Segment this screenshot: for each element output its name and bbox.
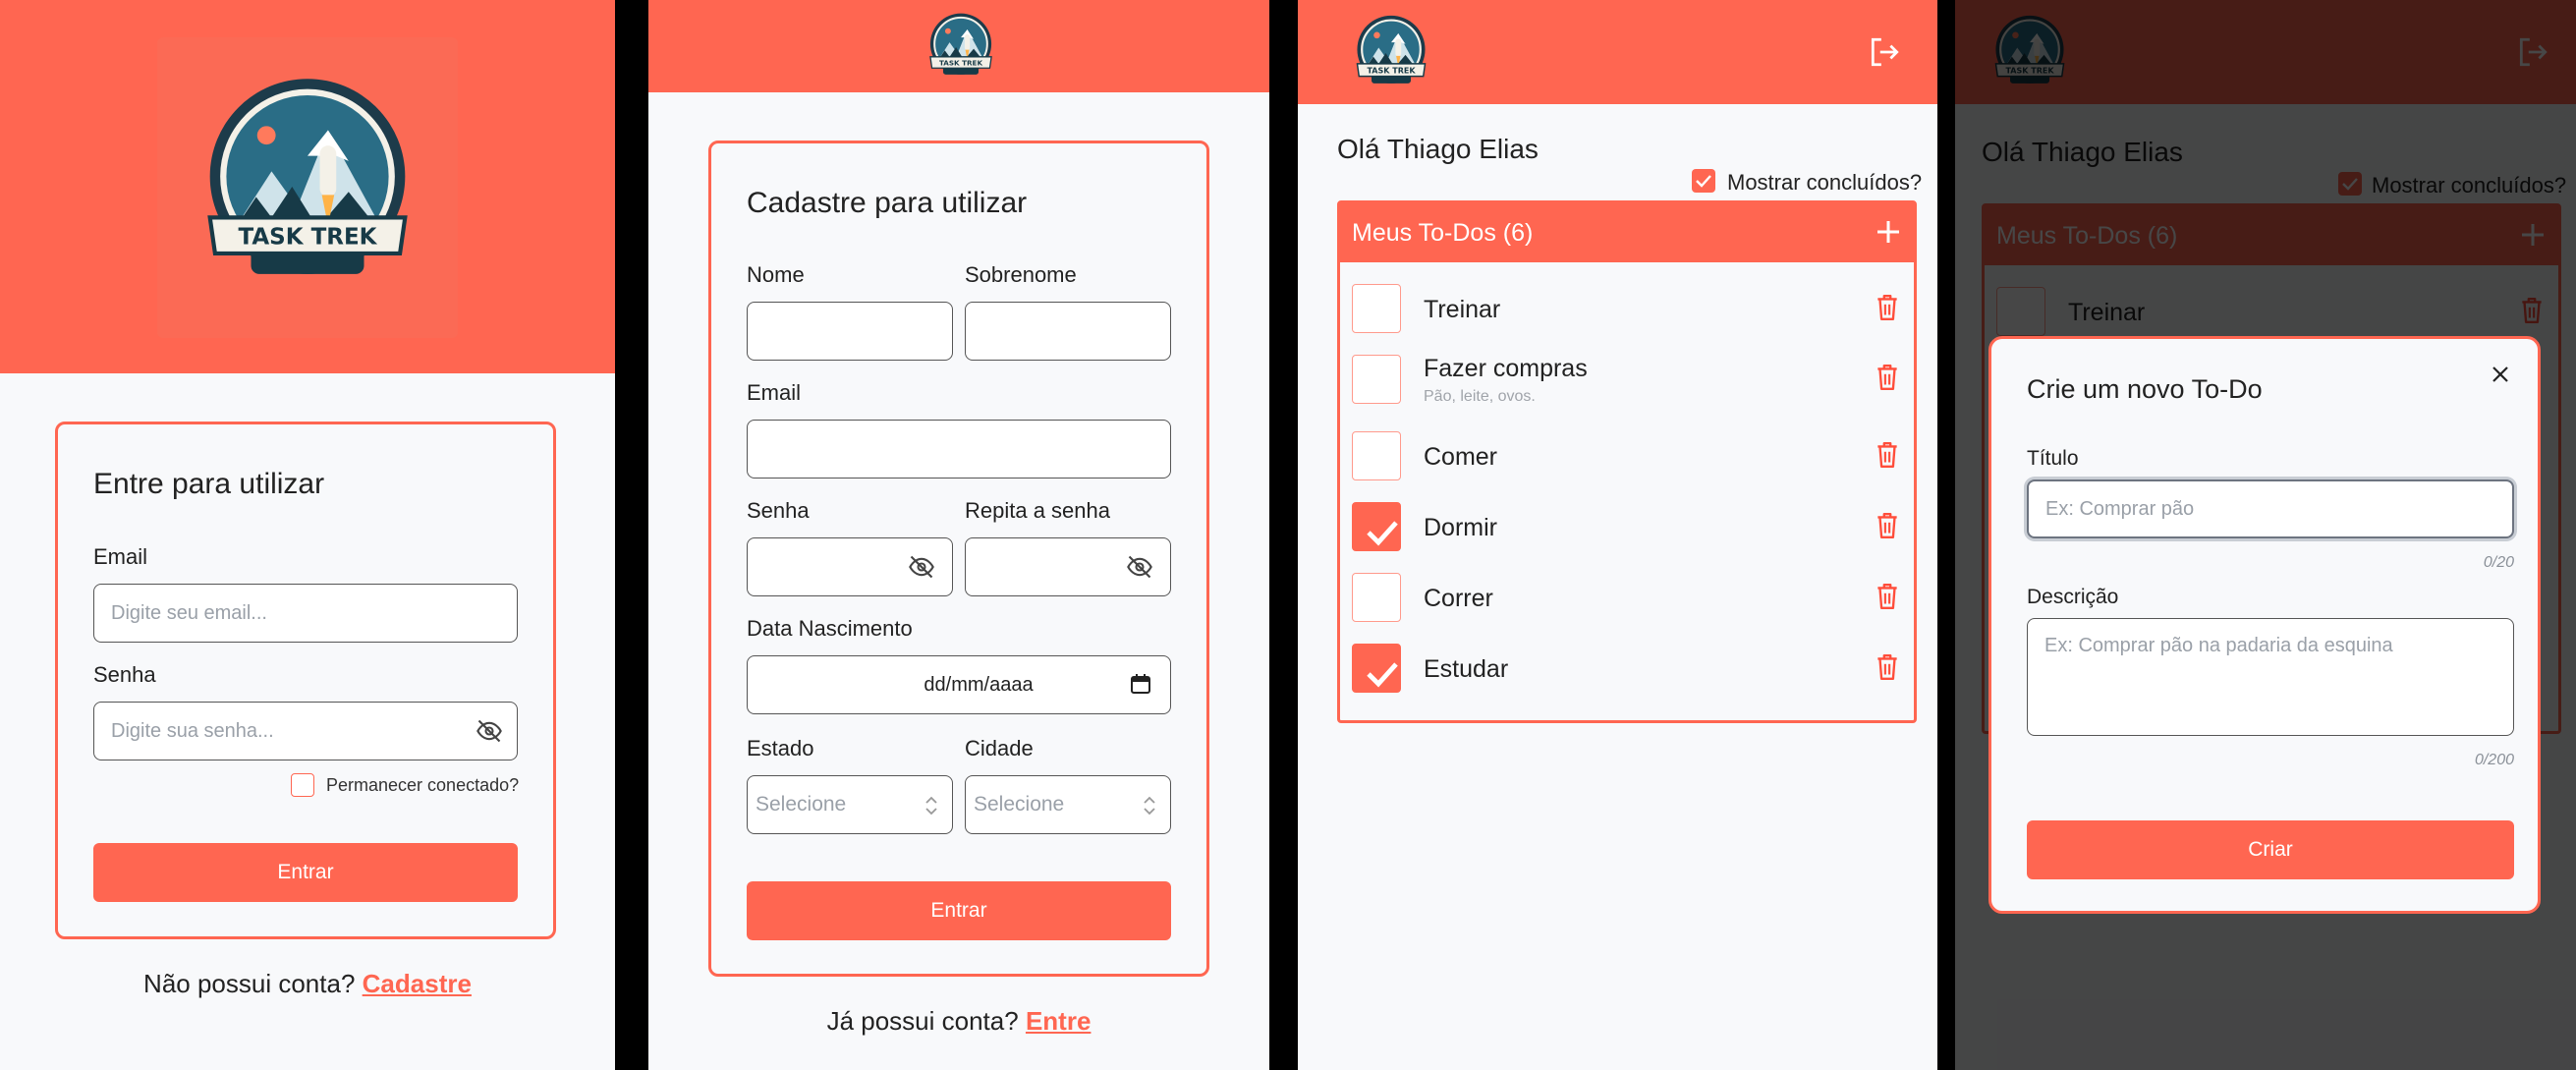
login-link[interactable]: Entre	[1026, 1006, 1091, 1036]
eye-off-icon[interactable]	[476, 717, 503, 745]
trash-icon[interactable]	[1875, 363, 1900, 392]
task-trek-logo	[1352, 10, 1430, 96]
todo-item: Dormir	[1340, 480, 1914, 551]
trash-icon[interactable]	[1875, 511, 1900, 540]
register-footer: Já possui conta? Entre	[648, 1006, 1269, 1037]
city-label: Cidade	[965, 736, 1034, 760]
register-button[interactable]: Entrar	[747, 881, 1171, 940]
todo-title: Treinar	[1424, 296, 1501, 323]
todo-checkbox[interactable]	[1352, 431, 1401, 480]
register-card: Cadastre para utilizar Nome Sobrenome Em…	[708, 141, 1209, 977]
todo-checkbox[interactable]	[1352, 573, 1401, 622]
eye-off-icon[interactable]	[908, 553, 935, 581]
login-title: Entre para utilizar	[93, 468, 325, 500]
todo-title: Dormir	[1424, 514, 1497, 541]
todo-item: Comer	[1340, 410, 1914, 480]
title-label: Título	[2027, 447, 2079, 470]
login-card: Entre para utilizar Email Digite seu ema…	[55, 422, 556, 939]
create-todo-modal: Crie um novo To-Do Título Ex: Comprar pã…	[1988, 336, 2541, 914]
email-input[interactable]: Digite seu email...	[93, 584, 518, 643]
todo-list-header: Meus To-Dos (6)	[1340, 203, 1914, 262]
title-input[interactable]: Ex: Comprar pão	[2027, 479, 2514, 538]
todo-title: Fazer compras	[1424, 355, 1588, 382]
todo-screen: Olá Thiago Elias Mostrar concluídos? Meu…	[1298, 0, 1937, 1070]
todo-item: Correr	[1340, 551, 1914, 622]
todo-checkbox[interactable]	[1352, 502, 1401, 551]
birth-date-input[interactable]: dd/mm/aaaa	[747, 655, 1171, 714]
chevron-updown-icon	[924, 794, 938, 817]
description-label: Descrição	[2027, 586, 2119, 608]
login-button[interactable]: Entrar	[93, 843, 518, 902]
todo-list: Treinar Fazer compras Pão, leite, ovos. …	[1340, 262, 1914, 720]
trash-icon[interactable]	[1875, 440, 1900, 470]
description-counter: 0/200	[2474, 752, 2514, 768]
state-select[interactable]: Selecione	[747, 775, 953, 834]
city-select[interactable]: Selecione	[965, 775, 1171, 834]
state-label: Estado	[747, 736, 814, 760]
todo-checkbox[interactable]	[1352, 284, 1401, 333]
todo-checkbox[interactable]	[1352, 644, 1401, 693]
description-input[interactable]: Ex: Comprar pão na padaria da esquina	[2027, 618, 2514, 736]
greeting: Olá Thiago Elias	[1337, 134, 1539, 164]
todo-item: Estudar	[1340, 622, 1914, 693]
remember-checkbox[interactable]	[291, 773, 314, 797]
register-screen: Cadastre para utilizar Nome Sobrenome Em…	[648, 0, 1269, 1070]
calendar-icon[interactable]	[1130, 673, 1151, 695]
check-icon	[1353, 503, 1400, 550]
todo-header	[1298, 0, 1937, 104]
city-select-value: Selecione	[974, 793, 1065, 816]
first-name-label: Nome	[747, 262, 805, 287]
todo-list-card: Meus To-Dos (6) Treinar Fazer compras Pã…	[1337, 200, 1917, 723]
trash-icon[interactable]	[1875, 582, 1900, 611]
password-label: Senha	[747, 498, 810, 523]
todo-title: Comer	[1424, 443, 1498, 471]
password-input[interactable]: Digite sua senha...	[93, 702, 518, 760]
eye-off-icon[interactable]	[1126, 553, 1153, 581]
login-footer-text: Não possui conta?	[143, 969, 356, 998]
login-screen: Entre para utilizar Email Digite seu ema…	[0, 0, 615, 1070]
birth-label: Data Nascimento	[747, 616, 913, 641]
todo-title: Correr	[1424, 585, 1493, 612]
todo-list-title: Meus To-Dos (6)	[1352, 219, 1534, 247]
first-name-input[interactable]	[747, 302, 953, 361]
modal-title: Crie um novo To-Do	[2027, 374, 2263, 404]
plus-icon[interactable]	[1876, 219, 1901, 245]
show-done-checkbox[interactable]	[1692, 169, 1715, 193]
email-label: Email	[93, 544, 148, 569]
task-trek-logo	[195, 59, 420, 314]
login-footer: Não possui conta? Cadastre	[0, 969, 615, 999]
show-done-label: Mostrar concluídos?	[1727, 170, 1923, 195]
repeat-password-label: Repita a senha	[965, 498, 1110, 523]
todo-item: Fazer compras Pão, leite, ovos.	[1340, 333, 1914, 405]
todo-description: Pão, leite, ovos.	[1424, 388, 1536, 405]
password-label: Senha	[93, 662, 156, 687]
trash-icon[interactable]	[1875, 293, 1900, 322]
email-label: Email	[747, 380, 802, 405]
login-header	[0, 0, 615, 373]
last-name-label: Sobrenome	[965, 262, 1077, 287]
register-header	[648, 0, 1269, 92]
check-icon	[1692, 169, 1715, 193]
todo-checkbox[interactable]	[1352, 355, 1401, 404]
remember-label: Permanecer conectado?	[326, 775, 520, 795]
chevron-updown-icon	[1143, 794, 1156, 817]
email-input[interactable]	[747, 420, 1171, 479]
register-footer-text: Já possui conta?	[826, 1006, 1019, 1036]
todo-title: Estudar	[1424, 655, 1509, 683]
register-link[interactable]: Cadastre	[363, 969, 472, 998]
state-select-value: Selecione	[756, 793, 847, 816]
todo-modal-screen: Olá Thiago Elias Mostrar concluídos? Meu…	[1955, 0, 2576, 1070]
logout-icon[interactable]	[1868, 35, 1901, 69]
todo-item: Treinar	[1340, 262, 1914, 333]
trash-icon[interactable]	[1875, 652, 1900, 682]
close-icon[interactable]	[2492, 366, 2509, 383]
task-trek-logo	[925, 8, 996, 86]
check-icon	[1353, 645, 1400, 692]
title-counter: 0/20	[2483, 554, 2514, 571]
register-title: Cadastre para utilizar	[747, 187, 1028, 219]
birth-date-placeholder: dd/mm/aaaa	[924, 673, 1034, 696]
last-name-input[interactable]	[965, 302, 1171, 361]
create-button[interactable]: Criar	[2027, 820, 2514, 879]
